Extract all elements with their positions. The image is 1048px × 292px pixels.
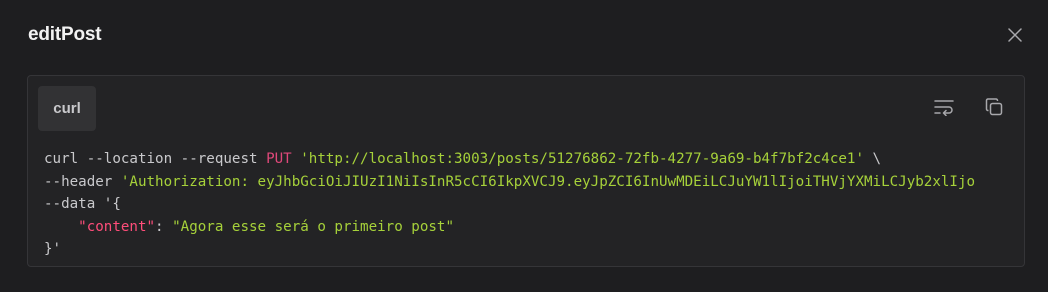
authorization-header: 'Authorization: eyJhbGciOiJIUzI1NiIsInR5… [120, 173, 976, 190]
http-method: PUT [266, 151, 292, 167]
code-line-5: }' [44, 238, 1024, 261]
code-line-2: --header 'Authorization: eyJhbGciOiJIUzI… [44, 171, 1024, 194]
tab-curl[interactable]: curl [38, 86, 96, 131]
copy-button[interactable] [981, 94, 1007, 120]
close-button[interactable] [1002, 22, 1028, 48]
code-panel: curl curl --location --request PUT 'http… [27, 75, 1025, 267]
curl-command: curl --location --request [44, 151, 267, 167]
line-continuation: \ [864, 151, 882, 167]
code-line-3: --data '{ [44, 193, 1024, 216]
code-line-4: "content": "Agora esse será o primeiro p… [44, 216, 1024, 239]
copy-icon [985, 98, 1003, 116]
json-key: "content" [78, 218, 156, 235]
data-flag: --data '{ [44, 196, 121, 212]
code-line-1: curl --location --request PUT 'http://lo… [44, 148, 1024, 171]
code-snippet-modal: editPost curl curl --location --request … [0, 0, 1048, 292]
close-icon [1008, 28, 1022, 42]
wrap-text-icon [934, 100, 954, 116]
modal-title: editPost [28, 24, 102, 45]
code-block: curl --location --request PUT 'http://lo… [44, 148, 1024, 261]
wrap-text-button[interactable] [931, 94, 957, 120]
json-value: "Agora esse será o primeiro post" [172, 218, 455, 235]
data-close: }' [44, 241, 62, 257]
request-url: 'http://localhost:3003/posts/51276862-72… [300, 151, 865, 167]
json-colon: : [155, 218, 173, 235]
header-flag: --header [44, 173, 121, 190]
